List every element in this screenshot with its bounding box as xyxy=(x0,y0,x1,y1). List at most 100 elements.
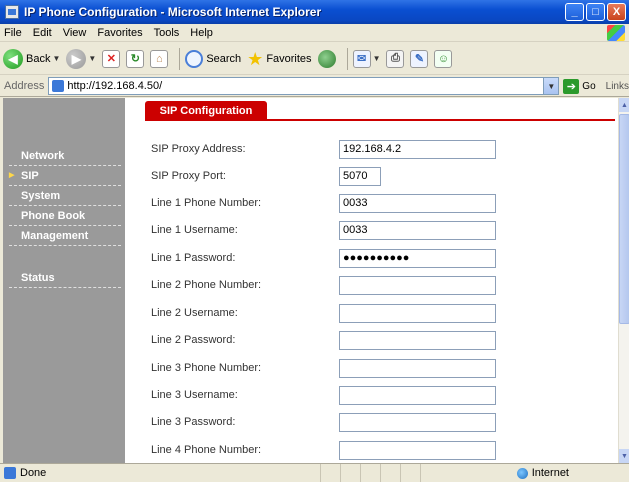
sip-proxy-address-label: SIP Proxy Address: xyxy=(151,143,246,155)
address-input[interactable]: http://192.168.4.50/ ▼ xyxy=(48,77,560,95)
form-row: Line 1 Username: 0033 xyxy=(151,221,601,240)
menu-favorites[interactable]: Favorites xyxy=(97,27,142,39)
sip-proxy-port-input[interactable]: 5070 xyxy=(339,167,381,186)
zone-label: Internet xyxy=(531,467,569,479)
mail-button[interactable]: ✉ ▼ xyxy=(352,49,381,68)
form-row: Line 3 Password: xyxy=(151,413,601,432)
status-text: Done xyxy=(20,466,47,479)
sidebar-item-management[interactable]: Management xyxy=(9,226,121,246)
forward-dropdown-icon[interactable]: ▼ xyxy=(88,54,96,63)
sidebar-item-sip[interactable]: SIP xyxy=(9,166,121,186)
menu-file[interactable]: File xyxy=(4,27,22,39)
form-row: SIP Proxy Port: 5070 xyxy=(151,167,601,186)
form-row: Line 2 Phone Number: xyxy=(151,276,601,295)
stop-button[interactable]: ✕ xyxy=(102,49,121,68)
minimize-button[interactable]: _ xyxy=(565,3,584,21)
edit-button[interactable]: ✎ xyxy=(410,49,429,68)
go-button[interactable]: ➔ Go xyxy=(563,78,596,94)
form-row: Line 4 Phone Number: xyxy=(151,441,601,460)
browser-window: IP Phone Configuration - Microsoft Inter… xyxy=(0,0,629,482)
back-button[interactable]: ◀ Back ▼ xyxy=(3,48,60,69)
toolbar-separator xyxy=(346,47,348,70)
status-panels xyxy=(320,464,440,482)
line3-phone-number-label: Line 3 Phone Number: xyxy=(151,362,262,374)
form-row: Line 2 Username: xyxy=(151,304,601,323)
back-dropdown-icon[interactable]: ▼ xyxy=(52,54,60,63)
security-zone: Internet xyxy=(516,464,569,482)
home-button[interactable]: ⌂ xyxy=(150,49,169,68)
internet-globe-icon xyxy=(516,467,528,479)
line2-username-input[interactable] xyxy=(339,304,496,323)
status-bar: Done Internet xyxy=(0,463,629,482)
line2-password-label: Line 2 Password: xyxy=(151,334,236,346)
print-icon: ⎙ xyxy=(386,49,405,68)
messenger-button[interactable]: ☺ xyxy=(434,49,453,68)
messenger-icon: ☺ xyxy=(434,49,453,68)
tab-sip-configuration[interactable]: SIP Configuration xyxy=(145,101,267,121)
favorites-label: Favorites xyxy=(266,52,312,65)
menu-bar: File Edit View Favorites Tools Help xyxy=(0,24,629,42)
menu-view[interactable]: View xyxy=(63,27,87,39)
menu-tools[interactable]: Tools xyxy=(154,27,180,39)
go-arrow-icon: ➔ xyxy=(563,78,580,94)
mail-dropdown-icon[interactable]: ▼ xyxy=(373,54,381,63)
ie-app-icon xyxy=(5,5,19,19)
form-row: Line 1 Password: ●●●●●●●●●● xyxy=(151,249,601,268)
sidebar-item-system[interactable]: System xyxy=(9,186,121,206)
address-label: Address xyxy=(4,80,45,92)
print-button[interactable]: ⎙ xyxy=(386,49,405,68)
line1-phone-number-input[interactable]: 0033 xyxy=(339,194,496,213)
sidebar-item-phone-book[interactable]: Phone Book xyxy=(9,206,121,226)
forward-button[interactable]: ▶ ▼ xyxy=(66,48,96,69)
main-panel: SIP Configuration SIP Proxy Address: 192… xyxy=(125,98,618,463)
close-button[interactable]: X xyxy=(607,3,626,21)
scroll-up-icon[interactable]: ▲ xyxy=(619,98,629,112)
window-title: IP Phone Configuration - Microsoft Inter… xyxy=(24,5,322,19)
toolbar: ◀ Back ▼ ▶ ▼ ✕ ↻ ⌂ Search ★ Favorites ✉ … xyxy=(0,43,629,75)
home-icon: ⌂ xyxy=(150,49,169,68)
favorites-button[interactable]: ★ Favorites xyxy=(247,50,311,68)
media-button[interactable] xyxy=(317,49,336,68)
line1-password-label: Line 1 Password: xyxy=(151,252,236,264)
refresh-button[interactable]: ↻ xyxy=(126,49,145,68)
address-bar: Address http://192.168.4.50/ ▼ ➔ Go Link… xyxy=(0,76,629,97)
sidebar-item-network[interactable]: Network xyxy=(9,146,121,166)
line1-password-input[interactable]: ●●●●●●●●●● xyxy=(339,249,496,268)
page-icon xyxy=(52,80,65,92)
menu-help[interactable]: Help xyxy=(190,27,213,39)
scroll-down-icon[interactable]: ▼ xyxy=(619,449,629,463)
links-button[interactable]: Links xyxy=(606,81,629,92)
form-row: Line 3 Username: xyxy=(151,386,601,405)
line3-username-input[interactable] xyxy=(339,386,496,405)
maximize-button[interactable]: □ xyxy=(586,3,605,21)
address-dropdown-icon[interactable]: ▼ xyxy=(543,78,559,94)
forward-arrow-icon: ▶ xyxy=(66,48,87,69)
line2-password-input[interactable] xyxy=(339,331,496,350)
page-done-icon xyxy=(4,466,16,479)
search-label: Search xyxy=(206,52,242,65)
line3-password-input[interactable] xyxy=(339,413,496,432)
sip-proxy-address-input[interactable]: 192.168.4.2 xyxy=(339,140,496,159)
line3-password-label: Line 3 Password: xyxy=(151,416,236,428)
form-row: Line 2 Password: xyxy=(151,331,601,350)
search-button[interactable]: Search xyxy=(185,49,242,68)
favorites-star-icon: ★ xyxy=(247,48,264,69)
form-row: Line 3 Phone Number: xyxy=(151,359,601,378)
stop-icon: ✕ xyxy=(102,49,121,68)
line4-phone-number-label: Line 4 Phone Number: xyxy=(151,444,262,456)
line1-username-label: Line 1 Username: xyxy=(151,224,238,236)
scrollbar-thumb[interactable] xyxy=(619,114,629,324)
menu-edit[interactable]: Edit xyxy=(33,27,52,39)
sip-proxy-port-label: SIP Proxy Port: xyxy=(151,170,226,182)
sidebar-item-status[interactable]: Status xyxy=(9,268,121,288)
line2-phone-number-input[interactable] xyxy=(339,276,496,295)
page-content: Network SIP System Phone Book Management… xyxy=(3,98,618,463)
line4-phone-number-input[interactable] xyxy=(339,441,496,460)
back-label: Back xyxy=(26,52,51,65)
vertical-scrollbar[interactable]: ▲ ▼ xyxy=(618,98,629,463)
line3-phone-number-input[interactable] xyxy=(339,359,496,378)
windows-logo-icon xyxy=(607,25,625,41)
line1-username-input[interactable]: 0033 xyxy=(339,221,496,240)
edit-icon: ✎ xyxy=(410,49,429,68)
refresh-icon: ↻ xyxy=(126,49,145,68)
